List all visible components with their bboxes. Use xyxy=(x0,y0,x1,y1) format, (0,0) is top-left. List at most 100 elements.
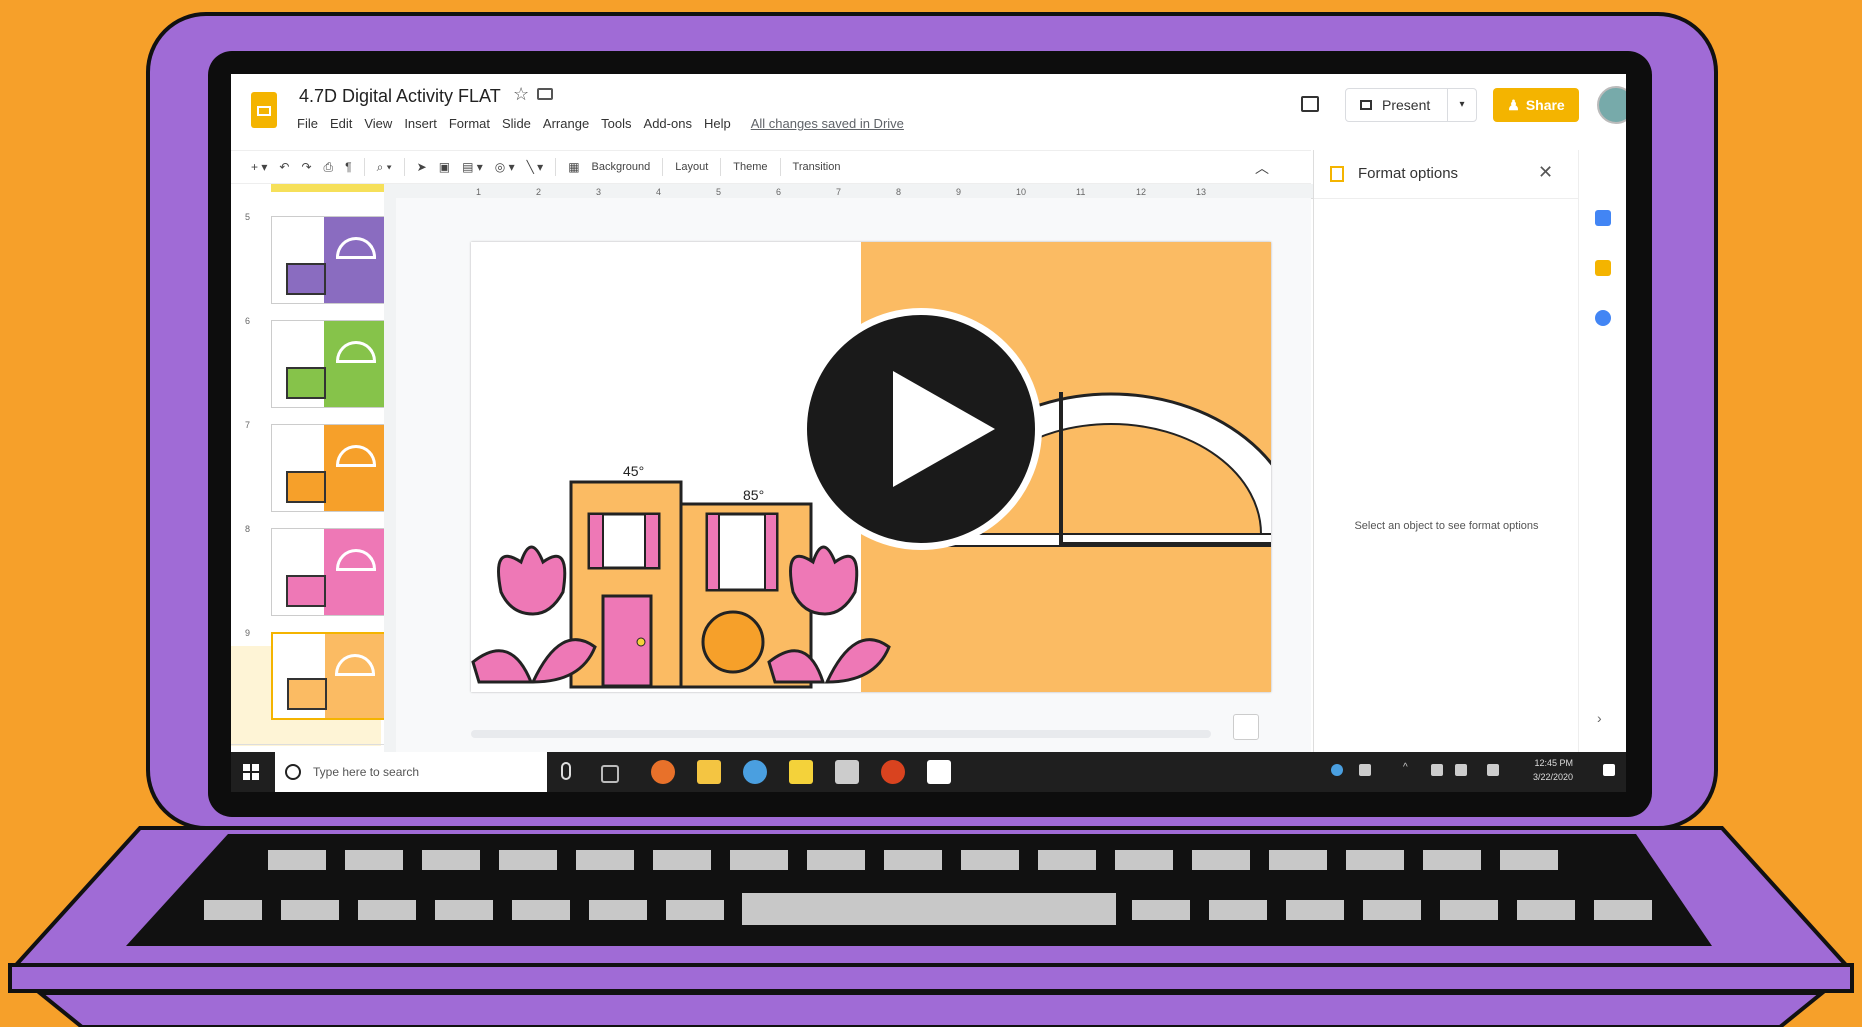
ruler-number: 2 xyxy=(536,187,541,197)
slide-thumbnail[interactable] xyxy=(271,216,387,304)
tray-app-icon[interactable] xyxy=(1331,764,1343,776)
keep-icon[interactable] xyxy=(1595,260,1611,276)
person-icon: ♟ xyxy=(1507,96,1520,113)
chevron-right-icon[interactable]: › xyxy=(1597,710,1602,726)
calendar-icon[interactable] xyxy=(1595,210,1611,226)
keyboard-key xyxy=(358,900,416,920)
notifications-icon[interactable] xyxy=(1603,764,1615,776)
file-explorer-icon[interactable] xyxy=(697,760,721,784)
slide-thumbnail[interactable] xyxy=(271,528,387,616)
slide-number: 6 xyxy=(245,316,251,326)
partial-thumbnail[interactable] xyxy=(271,184,387,192)
toolbar-divider xyxy=(403,158,405,176)
format-options-panel: Format options ✕ Select an object to see… xyxy=(1313,150,1579,792)
transition-button[interactable]: Transition xyxy=(793,161,841,173)
present-icon xyxy=(1360,100,1372,110)
close-icon[interactable]: ✕ xyxy=(1538,162,1553,183)
menu-tools[interactable]: Tools xyxy=(601,116,631,131)
background-button[interactable]: Background xyxy=(592,161,651,173)
layout-button[interactable]: Layout xyxy=(675,161,708,173)
save-status-link[interactable]: All changes saved in Drive xyxy=(751,116,904,131)
keyboard-key xyxy=(653,850,711,870)
ruler-number: 11 xyxy=(1076,187,1085,197)
share-button[interactable]: ♟ Share xyxy=(1493,88,1579,122)
network-icon[interactable] xyxy=(1359,764,1371,776)
redo-icon[interactable]: ↷ xyxy=(301,160,311,174)
tasks-icon[interactable] xyxy=(1595,310,1611,326)
volume-icon[interactable] xyxy=(1455,764,1467,776)
thumbnail-color-panel xyxy=(324,425,386,511)
chrome-icon[interactable] xyxy=(651,760,675,784)
battery-icon[interactable] xyxy=(1431,764,1443,776)
select-icon[interactable]: ➤ xyxy=(417,160,427,174)
menu-addons[interactable]: Add-ons xyxy=(644,116,692,131)
angle-label-left: 45° xyxy=(623,463,644,479)
windows-taskbar: Type here to search ^ 12:45 PM 3/22/2020 xyxy=(231,752,1626,792)
ruler-number: 4 xyxy=(656,187,661,197)
cortana-icon xyxy=(285,764,301,780)
shape-icon[interactable]: ◎ ▾ xyxy=(495,160,515,174)
taskbar-search-placeholder: Type here to search xyxy=(313,765,420,779)
menu-format[interactable]: Format xyxy=(449,116,490,131)
windows-start-icon[interactable] xyxy=(243,764,259,780)
speaker-notes-toggle-icon[interactable] xyxy=(1233,714,1259,740)
menu-edit[interactable]: Edit xyxy=(330,116,352,131)
print-icon[interactable]: ⎙ xyxy=(324,160,334,175)
present-button[interactable]: Present ▾ xyxy=(1345,88,1477,122)
ruler-number: 6 xyxy=(776,187,781,197)
sticky-notes-icon[interactable] xyxy=(789,760,813,784)
document-title[interactable]: 4.7D Digital Activity FLAT xyxy=(299,86,501,107)
thumbnail-color-panel xyxy=(324,529,386,615)
horizontal-scrollbar[interactable] xyxy=(471,730,1211,738)
toolbar-divider xyxy=(363,158,365,176)
star-icon[interactable]: ☆ xyxy=(513,84,529,105)
character-illustration xyxy=(701,610,765,674)
menu-file[interactable]: File xyxy=(297,116,318,131)
folder-icon[interactable] xyxy=(537,88,553,100)
comments-icon[interactable] xyxy=(1301,96,1319,112)
collapse-toolbar-icon[interactable]: ︿ xyxy=(1255,158,1269,178)
keyboard-key xyxy=(204,900,262,920)
ruler-number: 7 xyxy=(836,187,841,197)
taskbar-search[interactable]: Type here to search xyxy=(275,752,547,792)
menu-arrange[interactable]: Arrange xyxy=(543,116,589,131)
avatar[interactable] xyxy=(1597,86,1626,124)
play-button[interactable] xyxy=(800,308,1042,550)
keyboard-key xyxy=(576,850,634,870)
spacebar-key xyxy=(742,893,1116,925)
keyboard-key xyxy=(1286,900,1344,920)
thumbnail-color-panel xyxy=(324,217,386,303)
chevron-up-icon[interactable]: ^ xyxy=(1403,762,1415,774)
ruler-number: 9 xyxy=(956,187,961,197)
menu-view[interactable]: View xyxy=(364,116,392,131)
paint-format-icon[interactable]: ¶ xyxy=(345,160,351,174)
menu-insert[interactable]: Insert xyxy=(404,116,437,131)
image-icon[interactable]: ▤ ▾ xyxy=(462,160,483,174)
task-view-icon[interactable] xyxy=(601,765,619,783)
keyboard-key xyxy=(1192,850,1250,870)
present-dropdown-icon[interactable]: ▾ xyxy=(1447,89,1476,121)
slide-thumbnail[interactable] xyxy=(271,632,387,720)
pen-icon[interactable] xyxy=(1487,764,1499,776)
format-options-icon xyxy=(1330,166,1344,182)
app-icon[interactable] xyxy=(743,760,767,784)
toolbar: + ▾ ↶ ↷ ⎙ ¶ ⌕ ▾ ➤ ▣ ▤ ▾ ◎ ▾ ╲ ▾ ▦ Backgr… xyxy=(231,150,1311,184)
line-icon[interactable]: ╲ ▾ xyxy=(527,160,544,174)
powerpoint-icon[interactable] xyxy=(881,760,905,784)
calculator-icon[interactable] xyxy=(835,760,859,784)
theme-button[interactable]: Theme xyxy=(733,161,767,173)
taskbar-clock[interactable]: 12:45 PM 3/22/2020 xyxy=(1533,756,1573,784)
zoom-icon[interactable]: ⌕ ▾ xyxy=(377,160,392,175)
new-slide-icon[interactable]: + ▾ xyxy=(251,160,267,174)
comment-add-icon[interactable]: ▦ xyxy=(568,160,579,174)
undo-icon[interactable]: ↶ xyxy=(279,160,289,174)
slide-thumbnail[interactable] xyxy=(271,320,387,408)
microphone-icon[interactable] xyxy=(561,762,571,780)
menu-slide[interactable]: Slide xyxy=(502,116,531,131)
menu-help[interactable]: Help xyxy=(704,116,731,131)
toolbar-divider xyxy=(662,158,664,176)
slide-thumbnail[interactable] xyxy=(271,424,387,512)
slides-logo-icon[interactable] xyxy=(251,92,277,128)
photos-icon[interactable] xyxy=(927,760,951,784)
textbox-icon[interactable]: ▣ xyxy=(439,160,450,174)
